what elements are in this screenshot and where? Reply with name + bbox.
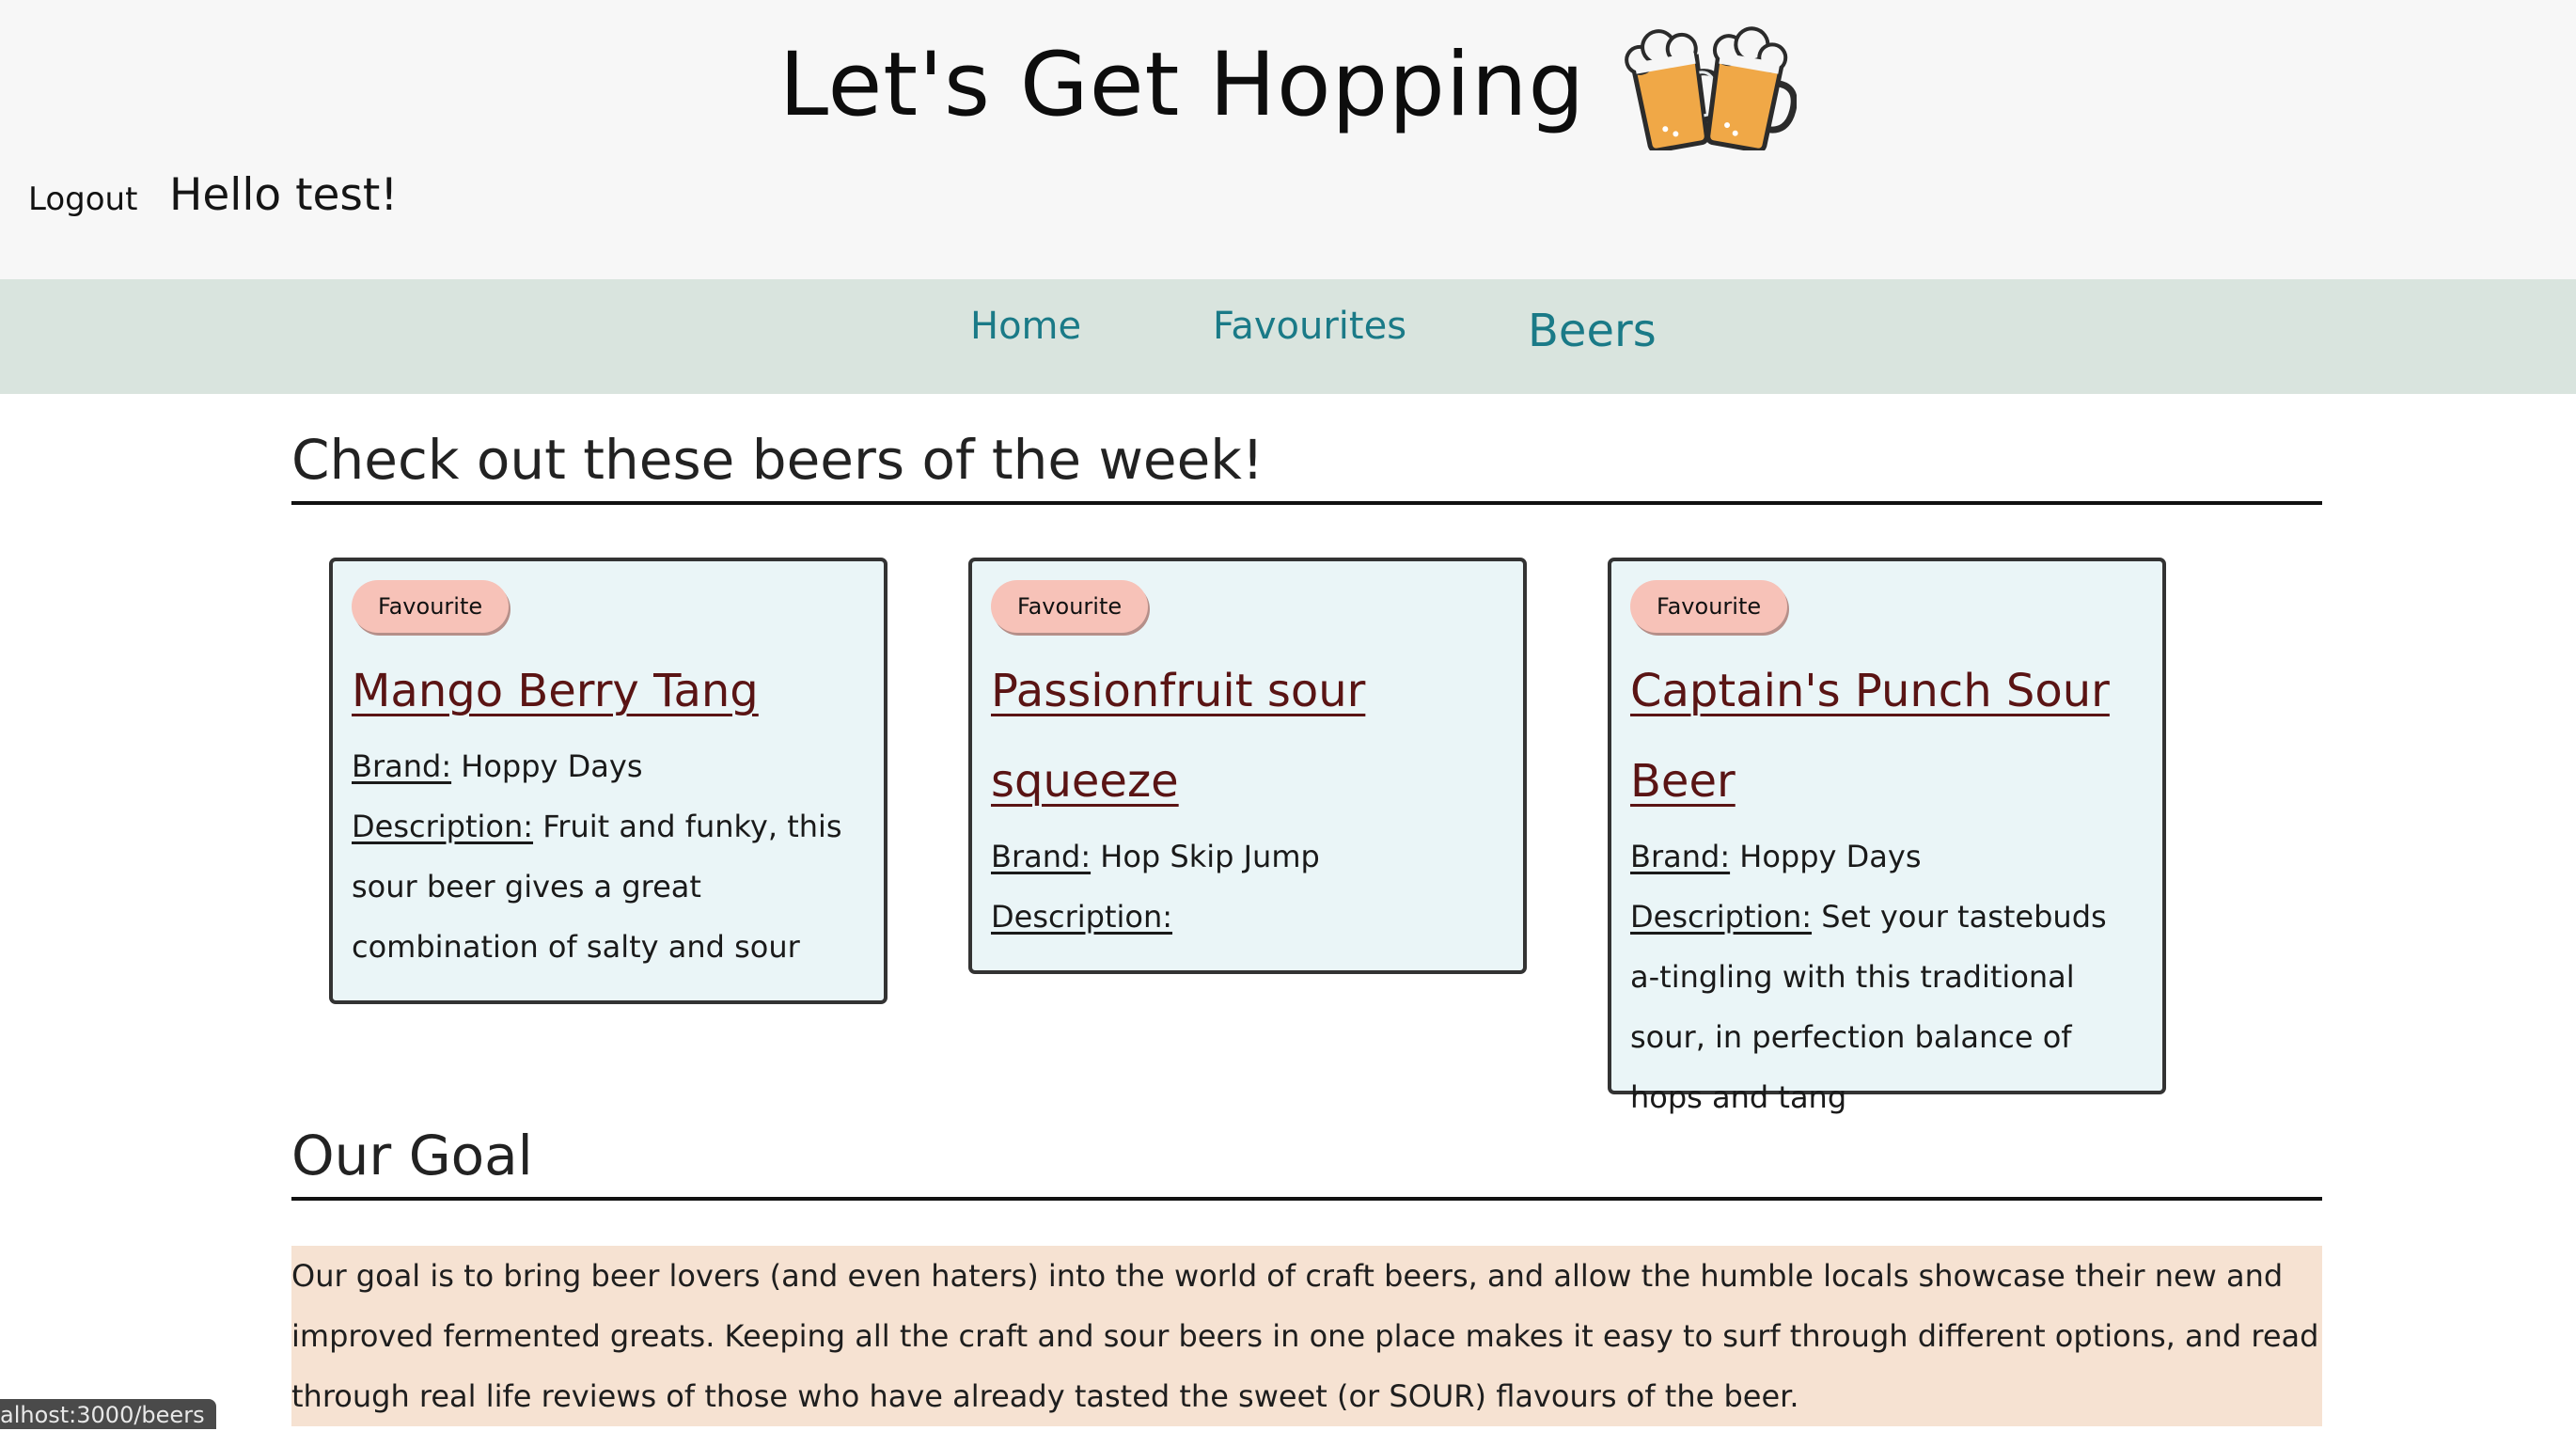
beer-brand: Brand: Hop Skip Jump [991,826,1504,887]
nav-beers-link[interactable]: Beers [1528,305,1657,357]
beer-brand: Brand: Hoppy Days [1630,826,2144,887]
our-goal-heading: Our Goal [291,1124,2322,1201]
description-label: Description: [991,899,1173,935]
brand-value: Hoppy Days [461,748,643,784]
beer-card: Favourite Mango Berry Tang Brand: Hoppy … [329,558,887,1004]
brand-label: Brand: [991,839,1092,874]
site-title: Let's Get Hopping [778,33,1586,136]
status-bar-url: alhost:3000/beers [0,1399,216,1429]
beer-brand: Brand: Hoppy Days [352,736,865,796]
nav-home-link[interactable]: Home [970,305,1081,348]
beer-name-link[interactable]: Mango Berry Tang [352,646,865,736]
beers-of-week-heading: Check out these beers of the week! [291,428,2322,505]
beer-name-link[interactable]: Passionfruit sour squeeze [991,646,1504,826]
beer-description: Description: Fruit and funky, this sour … [352,796,865,977]
beer-description: Description: [991,887,1504,947]
beer-description: Description: Set your tastebuds a-tingli… [1630,887,2144,1127]
beer-card: Favourite Captain's Punch Sour Beer Bran… [1608,558,2166,1115]
favourite-button[interactable]: Favourite [1630,580,1788,633]
greeting-text: Hello test! [169,169,399,221]
brand-value: Hoppy Days [1739,839,1922,874]
description-label: Description: [1630,899,1813,935]
site-header: Let's Get Hopping Logout Hello test! [0,0,2576,279]
favourite-button[interactable]: Favourite [352,580,510,633]
brand-label: Brand: [1630,839,1731,874]
goal-text: Our goal is to bring beer lovers (and ev… [291,1246,2322,1426]
main-nav: Home Favourites Beers [0,279,2576,394]
description-label: Description: [352,809,534,844]
clinking-beer-mugs-icon [1625,26,1798,150]
logout-link[interactable]: Logout [28,181,137,218]
brand-value: Hop Skip Jump [1100,839,1320,874]
nav-favourites-link[interactable]: Favourites [1213,305,1406,348]
favourite-button[interactable]: Favourite [991,580,1149,633]
beer-card: Favourite Passionfruit sour squeeze Bran… [968,558,1527,974]
beer-name-link[interactable]: Captain's Punch Sour Beer [1630,646,2144,826]
brand-label: Brand: [352,748,452,784]
site-title-row: Let's Get Hopping [0,19,2576,150]
